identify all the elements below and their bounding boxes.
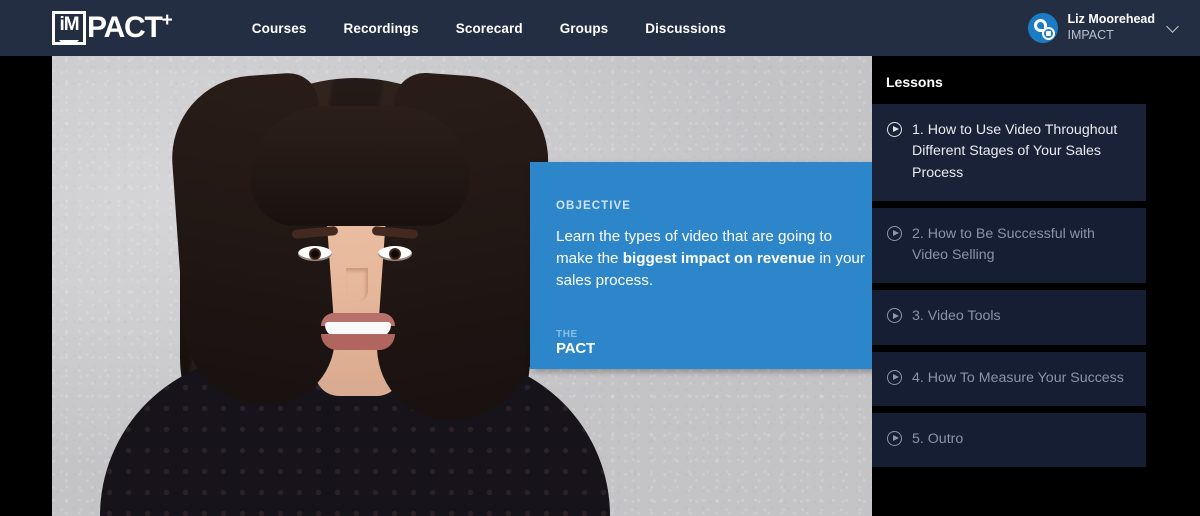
- lessons-heading: Lessons: [886, 74, 943, 90]
- user-menu[interactable]: Liz Moorehead IMPACT: [1028, 0, 1179, 56]
- the-pact-logo-line1: THE: [556, 329, 578, 340]
- nav-item-groups[interactable]: Groups: [560, 21, 609, 36]
- the-pact-logo: THE PACT: [556, 329, 595, 357]
- logo-plus-symbol: +: [161, 10, 173, 31]
- presenter-nose: [346, 268, 368, 302]
- lessons-list: 1. How to Use Video Throughout Different…: [872, 104, 1200, 468]
- objective-text: Learn the types of video that are going …: [556, 226, 868, 293]
- chevron-down-icon[interactable]: [1166, 19, 1179, 33]
- lesson-item-3[interactable]: 3. Video Tools: [872, 290, 1146, 345]
- nav-item-scorecard[interactable]: Scorecard: [456, 21, 523, 36]
- lesson-item-label: 5. Outro: [912, 431, 964, 448]
- top-navigation-bar: iM PACT + Courses Recordings Scorecard G…: [0, 0, 1200, 56]
- lessons-sidebar: Lessons 1. How to Use Video Throughout D…: [872, 56, 1200, 516]
- video-presenter: [100, 56, 610, 516]
- nav-item-recordings[interactable]: Recordings: [343, 21, 418, 36]
- lesson-item-label: 2. How to Be Successful with Video Selli…: [912, 225, 1095, 264]
- nav-item-courses[interactable]: Courses: [252, 21, 307, 36]
- objective-overlay-card: OBJECTIVE Learn the types of video that …: [530, 162, 872, 369]
- lesson-item-label: 3. Video Tools: [912, 308, 1001, 325]
- logo-wordmark: PACT: [87, 11, 163, 44]
- avatar: [1028, 13, 1059, 43]
- play-circle-icon: [887, 308, 902, 324]
- play-circle-icon: [887, 431, 902, 447]
- logo-shield-notch: [59, 40, 79, 42]
- user-meta: Liz Moorehead IMPACT: [1067, 12, 1155, 43]
- nav-item-discussions[interactable]: Discussions: [645, 21, 726, 36]
- lesson-item-5[interactable]: 5. Outro: [872, 413, 1146, 468]
- presenter-eye-right: [378, 246, 412, 261]
- the-pact-logo-line2: PACT: [556, 340, 595, 357]
- lesson-item-4[interactable]: 4. How To Measure Your Success: [872, 351, 1146, 407]
- primary-nav: Courses Recordings Scorecard Groups Disc…: [252, 21, 726, 36]
- presenter-eye-left: [298, 246, 332, 261]
- logo-badge-text: iM: [59, 14, 79, 35]
- play-circle-icon: [887, 225, 902, 241]
- lesson-item-label: 4. How To Measure Your Success: [912, 369, 1124, 386]
- play-circle-icon: [887, 122, 902, 137]
- lesson-item-label: 1. How to Use Video Throughout Different…: [912, 122, 1118, 181]
- course-player-page: iM PACT + Courses Recordings Scorecard G…: [0, 0, 1200, 516]
- objective-label: OBJECTIVE: [556, 200, 632, 212]
- lesson-item-2[interactable]: 2. How to Be Successful with Video Selli…: [872, 207, 1146, 284]
- objective-text-emphasis: biggest impact on revenue: [622, 250, 816, 268]
- avatar-mark-secondary: [1042, 27, 1056, 40]
- user-name: Liz Moorehead: [1067, 12, 1155, 27]
- lesson-item-1[interactable]: 1. How to Use Video Throughout Different…: [872, 104, 1146, 201]
- impact-plus-logo[interactable]: iM PACT +: [52, 10, 173, 46]
- presenter-lower-lip: [321, 334, 395, 350]
- video-player[interactable]: OBJECTIVE Learn the types of video that …: [52, 56, 872, 516]
- user-organization: IMPACT: [1067, 28, 1114, 42]
- play-circle-icon: [887, 369, 902, 385]
- logo-badge-icon: iM: [52, 11, 86, 45]
- presenter-hair-top: [250, 106, 470, 226]
